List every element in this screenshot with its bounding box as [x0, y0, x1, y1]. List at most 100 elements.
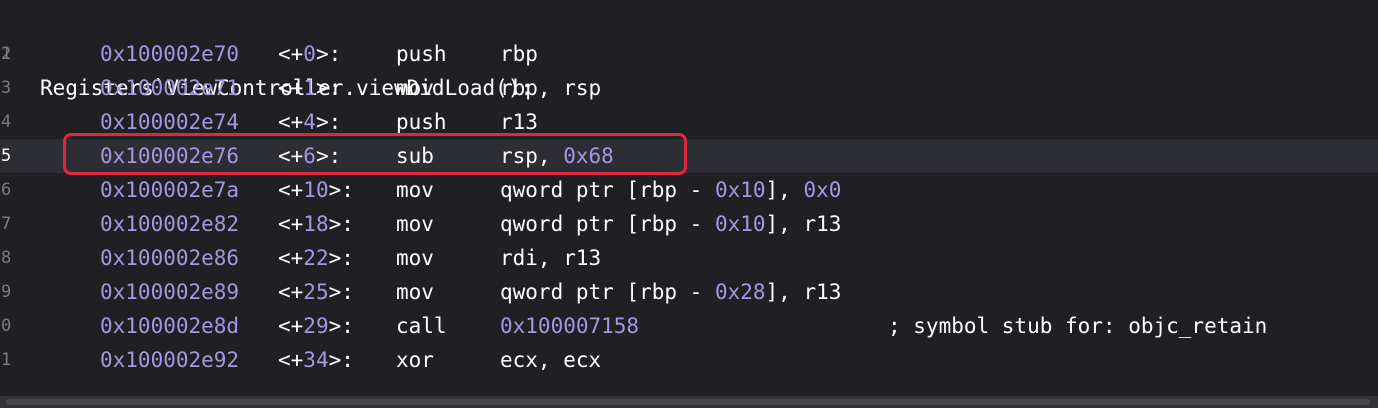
instruction-offset: <+6>: — [278, 139, 341, 173]
operand-immediate: 0x68 — [563, 144, 614, 168]
offset-open: <+ — [278, 314, 304, 338]
instruction-mnemonic: push — [396, 110, 447, 134]
operand-immediate: 0x0 — [803, 178, 842, 202]
offset-value: 1 — [303, 76, 316, 100]
line-number: 9 — [1, 282, 12, 302]
line-number: 1 — [1, 350, 12, 370]
offset-open: <+ — [278, 348, 304, 372]
line-number: 4 — [1, 112, 12, 132]
operand-text: ecx, ecx — [500, 348, 602, 372]
instruction-offset: <+29>: — [278, 309, 354, 343]
offset-close: >: — [328, 280, 354, 304]
horizontal-scrollbar[interactable] — [0, 396, 1378, 408]
offset-open: <+ — [278, 144, 304, 168]
instruction-mnemonic: push — [396, 42, 447, 66]
instruction-address: 0x100002e89 — [100, 280, 240, 304]
line-number: 2 — [1, 44, 12, 64]
offset-open: <+ — [278, 76, 304, 100]
offset-value: 34 — [303, 348, 329, 372]
instruction-mnemonic: sub — [396, 144, 434, 168]
instruction-comment: ; symbol stub for: objc_retain — [888, 314, 1268, 338]
offset-value: 6 — [303, 144, 316, 168]
instruction-row[interactable]: 6 0x100002e7a <+10>: mov qword ptr [rbp - 0x… — [0, 173, 1378, 207]
offset-value: 29 — [303, 314, 329, 338]
instruction-operands: qword ptr [rbp - 0x10], 0x0 — [500, 173, 841, 207]
instruction-address: 0x100002e82 — [100, 212, 240, 236]
instruction-row[interactable]: 8 0x100002e86 <+22>: mov rdi, r13 — [0, 241, 1378, 275]
offset-value: 22 — [303, 246, 329, 270]
line-number: 6 — [1, 180, 12, 200]
offset-value: 18 — [303, 212, 329, 236]
instruction-row[interactable]: 0 0x100002e8d <+29>: call 0x100007158 ; symbo… — [0, 309, 1378, 343]
operand-text: r13 — [500, 110, 538, 134]
instruction-operands: r13 — [500, 105, 538, 139]
instruction-offset: <+18>: — [278, 207, 354, 241]
offset-open: <+ — [278, 246, 304, 270]
instruction-mnemonic: mov — [396, 178, 434, 202]
disassembly-view[interactable]: 1 Registers`ViewController.viewDidLoad()… — [0, 0, 1378, 408]
operand-text: rbp — [500, 42, 538, 66]
scrollbar-thumb[interactable] — [6, 399, 1370, 405]
instruction-operands: rbp — [500, 37, 538, 71]
instruction-mnemonic: xor — [396, 348, 434, 372]
line-number: 3 — [1, 78, 12, 98]
instruction-mnemonic: call — [396, 314, 447, 338]
instruction-row[interactable]: 3 0x100002e71 <+1>: mov rbp, rsp — [0, 71, 1378, 105]
instruction-mnemonic: mov — [396, 212, 434, 236]
instruction-operands: qword ptr [rbp - 0x10], r13 — [500, 207, 841, 241]
instruction-address: 0x100002e76 — [100, 144, 240, 168]
offset-value: 4 — [303, 110, 316, 134]
operand-text: ], r13 — [765, 212, 842, 236]
offset-close: >: — [315, 42, 342, 66]
operand-text: ], r13 — [765, 280, 842, 304]
instruction-address: 0x100002e86 — [100, 246, 240, 270]
instruction-row[interactable]: 2 0x100002e70 <+0>: push rbp — [0, 37, 1378, 71]
instruction-row[interactable]: 5 0x100002e76 <+6>: sub rsp, 0x68 — [0, 139, 1378, 173]
operand-immediate: 0x10 — [714, 212, 766, 236]
offset-open: <+ — [278, 212, 304, 236]
offset-open: <+ — [278, 280, 304, 304]
offset-value: 10 — [303, 178, 329, 202]
instruction-mnemonic: mov — [396, 280, 434, 304]
line-number: 5 — [1, 146, 12, 166]
function-title-row: 1 Registers`ViewController.viewDidLoad()… — [0, 3, 1378, 100]
instruction-offset: <+1>: — [278, 71, 341, 105]
offset-value: 0 — [303, 42, 316, 66]
offset-value: 25 — [303, 280, 329, 304]
offset-close: >: — [328, 212, 354, 236]
instruction-row[interactable]: 9 0x100002e89 <+25>: mov qword ptr [rbp - 0x… — [0, 275, 1378, 309]
operand-immediate: 0x10 — [714, 178, 766, 202]
instruction-operands: rsp, 0x68 — [500, 139, 614, 173]
operand-text: rbp, rsp — [500, 76, 602, 100]
instruction-address: 0x100002e92 — [100, 348, 240, 372]
instruction-offset: <+25>: — [278, 275, 354, 309]
operand-text: qword ptr [rbp - — [500, 212, 715, 236]
instruction-offset: <+22>: — [278, 241, 354, 275]
instruction-mnemonic: mov — [396, 246, 434, 270]
instruction-offset: <+4>: — [278, 105, 341, 139]
instruction-operands: qword ptr [rbp - 0x28], r13 — [500, 275, 841, 309]
instruction-address: 0x100002e8d — [100, 314, 240, 338]
operand-immediate: 0x100007158 — [500, 314, 640, 338]
instruction-row[interactable]: 7 0x100002e82 <+18>: mov qword ptr [rbp - 0x… — [0, 207, 1378, 241]
offset-open: <+ — [278, 178, 304, 202]
instruction-operands: 0x100007158 — [500, 309, 639, 343]
line-number: 7 — [1, 214, 12, 234]
offset-open: <+ — [278, 42, 304, 66]
operand-text: rdi, r13 — [500, 246, 602, 270]
line-number: 0 — [1, 316, 12, 336]
offset-close: >: — [328, 314, 354, 338]
instruction-offset: <+34>: — [278, 343, 354, 377]
instruction-offset: <+0>: — [278, 37, 341, 71]
offset-close: >: — [315, 110, 342, 134]
instruction-row[interactable]: 4 0x100002e74 <+4>: push r13 — [0, 105, 1378, 139]
offset-close: >: — [328, 178, 354, 202]
offset-close: >: — [328, 348, 354, 372]
instruction-address: 0x100002e71 — [100, 76, 240, 100]
instruction-mnemonic: mov — [396, 76, 434, 100]
instruction-row[interactable]: 1 0x100002e92 <+34>: xor ecx, ecx — [0, 343, 1378, 377]
operand-text: qword ptr [rbp - — [500, 280, 715, 304]
operand-immediate: 0x28 — [714, 280, 766, 304]
instruction-offset: <+10>: — [278, 173, 354, 207]
operand-text: ], — [765, 178, 804, 202]
